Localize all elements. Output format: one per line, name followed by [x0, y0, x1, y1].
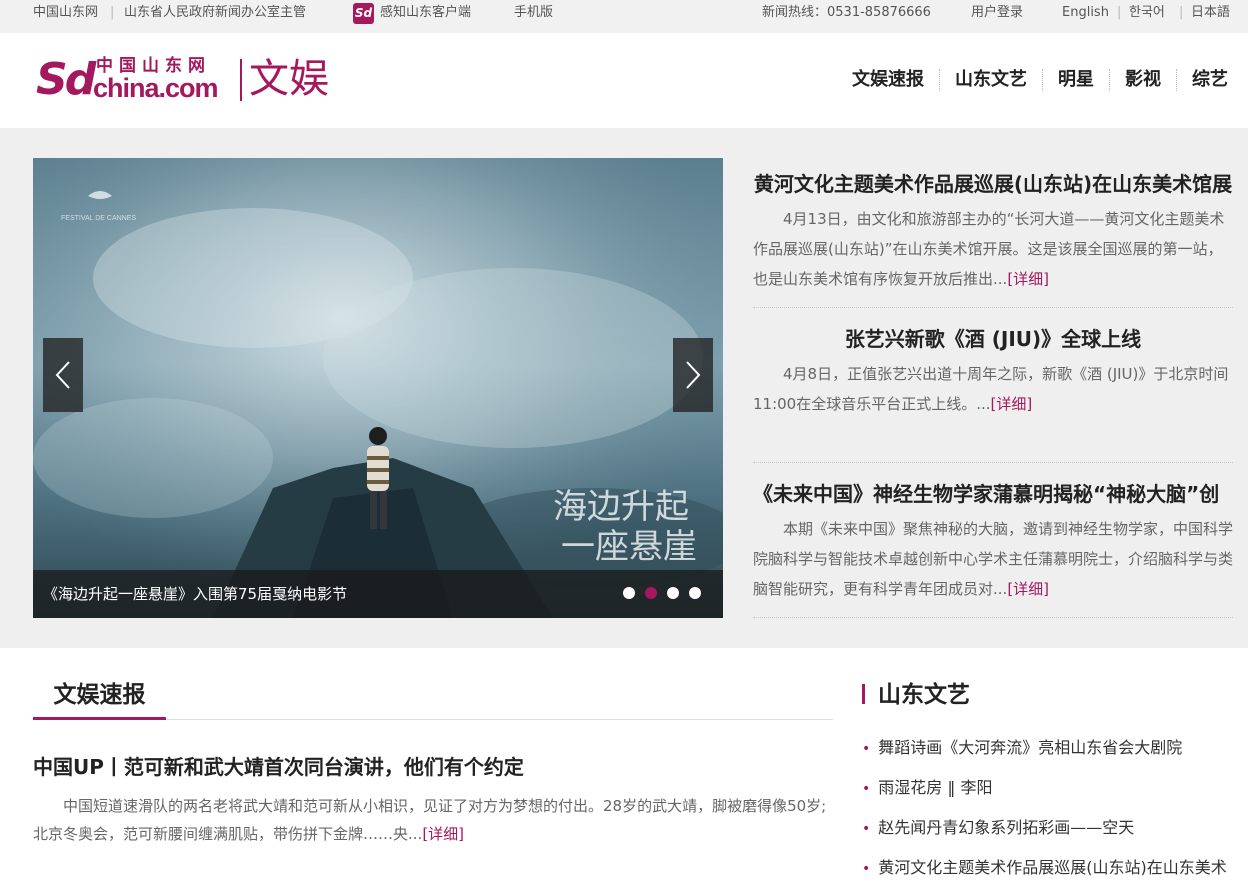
- nav-item-variety[interactable]: 综艺: [1176, 69, 1228, 91]
- app-link[interactable]: 感知山东客户端: [380, 0, 471, 26]
- bullet-icon: •: [862, 821, 871, 837]
- bullet-icon: •: [862, 741, 871, 757]
- logo-domain: china.com: [93, 73, 219, 103]
- main-nav: 文娱速报 山东文艺 明星 影视 综艺: [837, 69, 1228, 91]
- list-item[interactable]: • 黄河文化主题美术作品展巡展(山东站)在山东美术: [862, 848, 1232, 888]
- sd-app-icon[interactable]: Sd: [353, 3, 374, 24]
- film-title-overlay-2: 一座悬崖: [561, 527, 697, 567]
- story-item: 《未来中国》神经生物学家蒲慕明揭秘“神秘大脑”创 本期《未来中国》聚焦神秘的大脑…: [753, 480, 1233, 604]
- nav-item-film[interactable]: 影视: [1109, 69, 1176, 91]
- korean-link[interactable]: 한국어: [1129, 0, 1165, 26]
- divider: |: [1117, 5, 1122, 20]
- feature-area: FESTIVAL DE CANNES 海边升起 一座悬崖 《海边升起一座悬崖》入…: [0, 128, 1248, 648]
- story-title[interactable]: 黄河文化主题美术作品展巡展(山东站)在山东美术馆展: [753, 170, 1233, 198]
- slider-prev-button[interactable]: [43, 338, 83, 412]
- slider-caption[interactable]: 《海边升起一座悬崖》入围第75届戛纳电影节: [43, 583, 347, 604]
- news-item: 中国UP丨范可新和武大靖首次同台演讲，他们有个约定 中国短道速滑队的两名老将武大…: [33, 752, 833, 848]
- image-slider[interactable]: FESTIVAL DE CANNES 海边升起 一座悬崖 《海边升起一座悬崖》入…: [33, 158, 723, 618]
- side-news-list: • 舞蹈诗画《大河奔流》亮相山东省会大剧院 • 雨湿花房 ‖ 李阳 • 赵先闻丹青幻象…: [862, 728, 1232, 888]
- divider: |: [1179, 5, 1184, 20]
- english-link[interactable]: English: [1062, 0, 1109, 26]
- slider-dot-2[interactable]: [645, 587, 657, 599]
- film-title-overlay: 海边升起: [553, 487, 689, 527]
- slider-next-button[interactable]: [673, 338, 713, 412]
- section-title[interactable]: 山东文艺: [878, 678, 970, 712]
- logo-divider: [240, 59, 242, 101]
- header: Sd 中国山东网 china.com 文娱 文娱速报 山东文艺 明星 影视 综艺: [0, 33, 1248, 128]
- org-text: 山东省人民政府新闻办公室主管: [124, 5, 307, 20]
- bullet-icon: •: [862, 781, 871, 797]
- news-summary: 中国短道速滑队的两名老将武大靖和范可新从小相识，见证了对方为梦想的付出。28岁的…: [33, 797, 827, 843]
- story-more-link[interactable]: [详细]: [1007, 580, 1049, 598]
- slider-dot-1[interactable]: [623, 587, 635, 599]
- nav-item-news[interactable]: 文娱速报: [837, 69, 939, 91]
- slider-caption-bar: 《海边升起一座悬崖》入围第75届戛纳电影节: [33, 570, 723, 618]
- story-title[interactable]: 张艺兴新歌《酒 (JIU)》全球上线: [753, 325, 1233, 353]
- bullet-icon: •: [862, 861, 871, 877]
- hotline-text: 新闻热线：0531-85876666: [762, 5, 931, 20]
- site-link[interactable]: 中国山东网: [33, 0, 98, 26]
- nav-item-arts[interactable]: 山东文艺: [939, 69, 1042, 91]
- section-title[interactable]: 文娱速报: [33, 668, 166, 720]
- story-more-link[interactable]: [详细]: [1007, 270, 1049, 288]
- story-summary: 本期《未来中国》聚焦神秘的大脑，邀请到神经生物学家，中国科学院脑科学与智能技术卓…: [753, 520, 1234, 598]
- divider: [753, 462, 1233, 463]
- login-link[interactable]: 用户登录: [971, 0, 1023, 26]
- chevron-right-icon: [686, 361, 701, 389]
- logo-sd: Sd: [36, 54, 96, 105]
- slide-image[interactable]: FESTIVAL DE CANNES 海边升起 一座悬崖: [33, 158, 723, 618]
- slider-dot-4[interactable]: [689, 587, 701, 599]
- divider: |: [110, 5, 115, 20]
- story-summary: 4月8日，正值张艺兴出道十周年之际，新歌《酒 (JIU)》于北京时间11:00在…: [753, 365, 1229, 413]
- list-item[interactable]: • 雨湿花房 ‖ 李阳: [862, 768, 1232, 808]
- story-summary: 4月13日，由文化和旅游部主办的“长河大道——黄河文化主题美术作品展巡展(山东站…: [753, 210, 1225, 288]
- story-title[interactable]: 《未来中国》神经生物学家蒲慕明揭秘“神秘大脑”创: [753, 480, 1233, 508]
- news-more-link[interactable]: [详细]: [422, 825, 464, 843]
- news-title[interactable]: 中国UP丨范可新和武大靖首次同台演讲，他们有个约定: [33, 752, 833, 782]
- divider: [753, 617, 1233, 618]
- slider-dot-3[interactable]: [667, 587, 679, 599]
- section-marker: [862, 684, 865, 704]
- slider-dots: [623, 587, 701, 599]
- chevron-left-icon: [55, 361, 70, 389]
- story-item: 张艺兴新歌《酒 (JIU)》全球上线 4月8日，正值张艺兴出道十周年之际，新歌《…: [753, 325, 1233, 419]
- story-more-link[interactable]: [详细]: [991, 395, 1033, 413]
- site-logo[interactable]: Sd 中国山东网 china.com 文娱: [36, 54, 336, 107]
- svg-text:FESTIVAL DE CANNES: FESTIVAL DE CANNES: [61, 215, 136, 222]
- story-item: 黄河文化主题美术作品展巡展(山东站)在山东美术馆展 4月13日，由文化和旅游部主…: [753, 170, 1233, 294]
- list-item[interactable]: • 赵先闻丹青幻象系列拓彩画——空天: [862, 808, 1232, 848]
- news-section-header: 文娱速报: [33, 668, 833, 720]
- list-item[interactable]: • 舞蹈诗画《大河奔流》亮相山东省会大剧院: [862, 728, 1232, 768]
- mobile-link[interactable]: 手机版: [514, 0, 553, 26]
- nav-item-stars[interactable]: 明星: [1042, 69, 1109, 91]
- logo-section: 文娱: [249, 56, 329, 102]
- top-bar: 中国山东网 | 山东省人民政府新闻办公室主管 Sd 感知山东客户端 手机版 新闻…: [0, 0, 1248, 33]
- divider: [753, 307, 1233, 308]
- japanese-link[interactable]: 日本語: [1191, 0, 1230, 26]
